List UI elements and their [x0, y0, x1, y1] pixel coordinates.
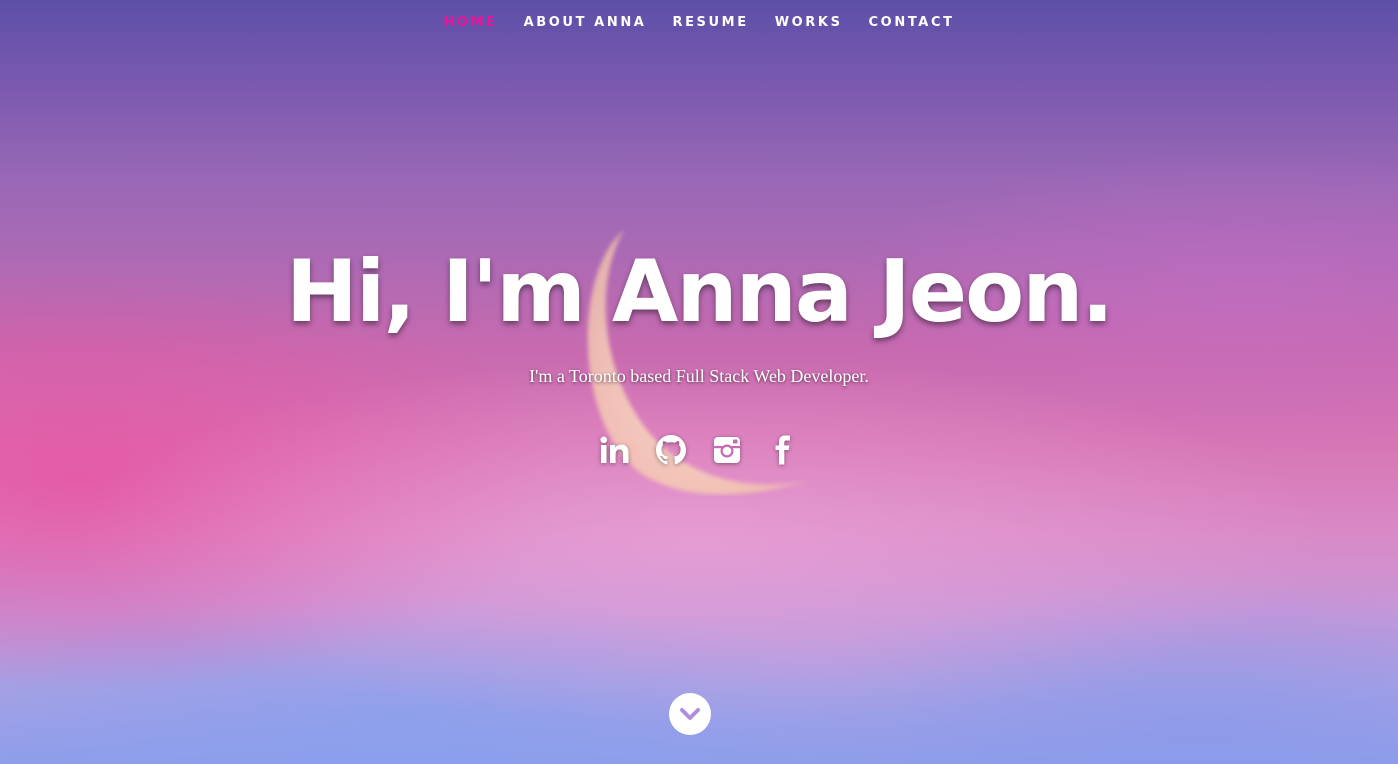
- linkedin-icon[interactable]: [600, 434, 630, 466]
- social-links: [0, 434, 1398, 466]
- hero-section: Hi, I'm Anna Jeon. I'm a Toronto based F…: [0, 0, 1398, 764]
- scroll-down-button[interactable]: [669, 693, 711, 735]
- github-icon[interactable]: [656, 434, 686, 466]
- hero-title: Hi, I'm Anna Jeon.: [285, 242, 1114, 342]
- facebook-icon[interactable]: [768, 434, 798, 466]
- hero-subtitle: I'm a Toronto based Full Stack Web Devel…: [529, 366, 869, 386]
- chevron-down-icon: [680, 708, 700, 720]
- instagram-icon[interactable]: [712, 434, 742, 466]
